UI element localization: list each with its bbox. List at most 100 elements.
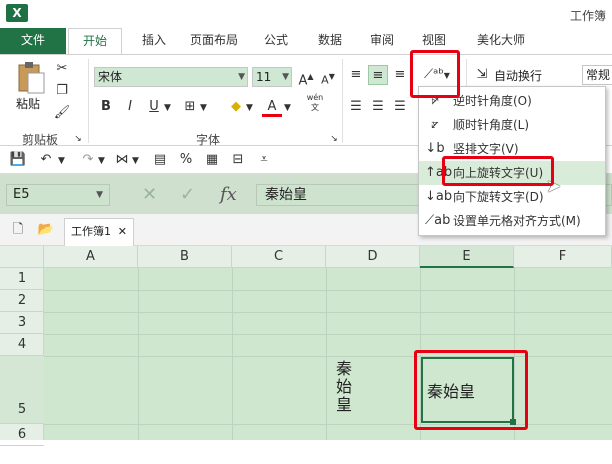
format-alignment-icon: ⟋ab <box>425 213 451 228</box>
phonetic-guide-icon[interactable]: wén 文 <box>302 93 328 113</box>
chevron-down-icon[interactable]: ▼ <box>246 103 253 113</box>
enter-icon[interactable]: ✓ <box>180 184 195 205</box>
align-middle-icon[interactable]: ≡ <box>368 65 388 85</box>
format-cells-icon[interactable]: ▦ <box>202 150 222 170</box>
tab-review[interactable]: 审阅 <box>362 28 402 54</box>
cancel-icon[interactable]: ✕ <box>142 184 157 205</box>
font-size-value: 11 <box>256 70 272 84</box>
column-header[interactable]: F <box>514 246 612 268</box>
form-icon[interactable]: ▤ <box>150 150 170 170</box>
title-bar: X 工作簿 <box>0 0 612 28</box>
column-header[interactable]: D <box>326 246 420 268</box>
copy-icon[interactable]: ❐ <box>52 81 72 101</box>
annotation-box <box>442 156 554 186</box>
menu-item-format-alignment[interactable]: ⟋ab 设置单元格对齐方式(M) <box>419 209 605 233</box>
column-header[interactable]: B <box>138 246 232 268</box>
font-size-select[interactable]: 11 ▼ <box>252 67 292 87</box>
tab-file[interactable]: 文件 <box>0 28 66 54</box>
percent-icon[interactable]: % <box>176 150 196 170</box>
column-headers: A B C D E F <box>0 246 612 268</box>
document-tab[interactable]: 工作簿1 ✕ <box>64 218 134 246</box>
close-icon[interactable]: ✕ <box>118 219 127 245</box>
cut-icon[interactable]: ✂ <box>52 59 72 79</box>
gridline <box>44 312 612 313</box>
gridline <box>44 334 612 335</box>
bold-button[interactable]: B <box>96 97 116 117</box>
gridline <box>232 268 233 440</box>
menu-item-cw-angle[interactable]: ⦫ 顺时针角度(L) <box>419 113 605 137</box>
new-document-icon[interactable]: 🗋 <box>8 220 28 240</box>
cw-angle-icon: ⦫ <box>431 117 439 132</box>
row-header[interactable]: 6 <box>0 424 44 446</box>
column-header[interactable]: C <box>232 246 326 268</box>
tab-page-layout[interactable]: 页面布局 <box>184 28 244 54</box>
customize-qat-icon[interactable]: ⩡ <box>254 150 274 170</box>
fill-color-icon[interactable]: ◆ <box>226 97 246 117</box>
align-right-icon[interactable]: ☰ <box>390 97 410 117</box>
border-icon[interactable]: ⊞ <box>180 97 200 117</box>
chevron-down-icon[interactable]: ▼ <box>284 103 291 113</box>
font-color-button[interactable]: A <box>262 97 282 117</box>
number-format-value: 常规 <box>586 68 611 82</box>
row-header[interactable]: 1 <box>0 268 44 290</box>
row-header[interactable]: 3 <box>0 312 44 334</box>
chevron-down-icon: ▼ <box>238 72 245 82</box>
clipboard-icon <box>18 62 45 94</box>
font-name-select[interactable]: 宋体 ▼ <box>94 67 248 87</box>
tab-beautify-master[interactable]: 美化大师 <box>466 28 536 54</box>
chevron-down-icon[interactable]: ▼ <box>58 156 65 166</box>
column-header[interactable]: A <box>44 246 138 268</box>
formula-controls: ✕ ✓ fx <box>128 184 254 206</box>
number-format-select[interactable]: 常规 <box>582 65 612 85</box>
increase-font-icon[interactable]: A▲ <box>296 67 316 88</box>
undo-icon[interactable]: ↶ <box>36 150 56 170</box>
decrease-font-icon[interactable]: A▼ <box>318 67 338 87</box>
format-painter-icon[interactable]: 🖌 <box>52 103 72 123</box>
align-center-icon[interactable]: ☰ <box>368 97 388 117</box>
annotation-box <box>414 350 528 430</box>
gridline <box>138 268 139 440</box>
chevron-down-icon[interactable]: ▼ <box>132 156 139 166</box>
tab-insert[interactable]: 插入 <box>132 28 176 54</box>
select-all-corner[interactable] <box>0 246 44 268</box>
rotate-down-icon: ↓ab <box>425 189 453 204</box>
align-bottom-icon[interactable]: ≡ <box>390 65 410 85</box>
insert-rows-icon[interactable]: ⊟ <box>228 150 248 170</box>
cell-d5[interactable]: 秦始皇 <box>330 360 354 422</box>
redo-icon[interactable]: ↷ <box>78 150 98 170</box>
tab-formulas[interactable]: 公式 <box>256 28 296 54</box>
ribbon-tabs: 文件 开始 插入 页面布局 公式 数据 审阅 视图 美化大师 <box>0 28 612 55</box>
group-divider <box>342 59 343 143</box>
group-divider <box>88 59 89 143</box>
font-name-value: 宋体 <box>98 70 123 84</box>
chevron-down-icon[interactable]: ▼ <box>200 103 207 113</box>
paste-button[interactable] <box>16 61 46 95</box>
group-divider <box>466 59 467 89</box>
annotation-box <box>410 50 460 98</box>
tab-home[interactable]: 开始 <box>68 28 122 55</box>
gridline <box>44 290 612 291</box>
italic-button[interactable]: I <box>120 97 140 117</box>
tab-data[interactable]: 数据 <box>310 28 350 54</box>
chevron-down-icon[interactable]: ▼ <box>164 103 171 113</box>
save-icon[interactable]: 💾 <box>8 150 28 170</box>
menu-item-rotate-down[interactable]: ↓ab 向下旋转文字(D) <box>419 185 605 209</box>
column-header-active[interactable]: E <box>420 246 514 268</box>
row-header[interactable]: 2 <box>0 290 44 312</box>
wrap-text-icon[interactable]: ⇲ <box>472 65 492 85</box>
row-headers: 1 2 3 4 5 6 <box>0 268 44 446</box>
open-folder-icon[interactable]: 📂 <box>36 220 56 240</box>
chevron-down-icon: ▼ <box>96 190 103 200</box>
underline-button[interactable]: U <box>144 97 164 117</box>
align-top-icon[interactable]: ≡ <box>346 65 366 85</box>
align-left-icon[interactable]: ☰ <box>346 97 366 117</box>
row-header-active[interactable]: 5 <box>0 356 44 424</box>
pattern-icon[interactable]: ⋈ <box>112 150 132 170</box>
row-header[interactable]: 4 <box>0 334 44 356</box>
paste-label[interactable]: 粘贴 <box>16 95 40 112</box>
name-box[interactable]: E5 ▼ <box>6 184 110 206</box>
chevron-down-icon[interactable]: ▼ <box>98 156 105 166</box>
chevron-down-icon: ▼ <box>282 72 289 82</box>
insert-function-icon[interactable]: fx <box>220 184 237 205</box>
wrap-text-button[interactable]: 自动换行 <box>494 67 542 84</box>
